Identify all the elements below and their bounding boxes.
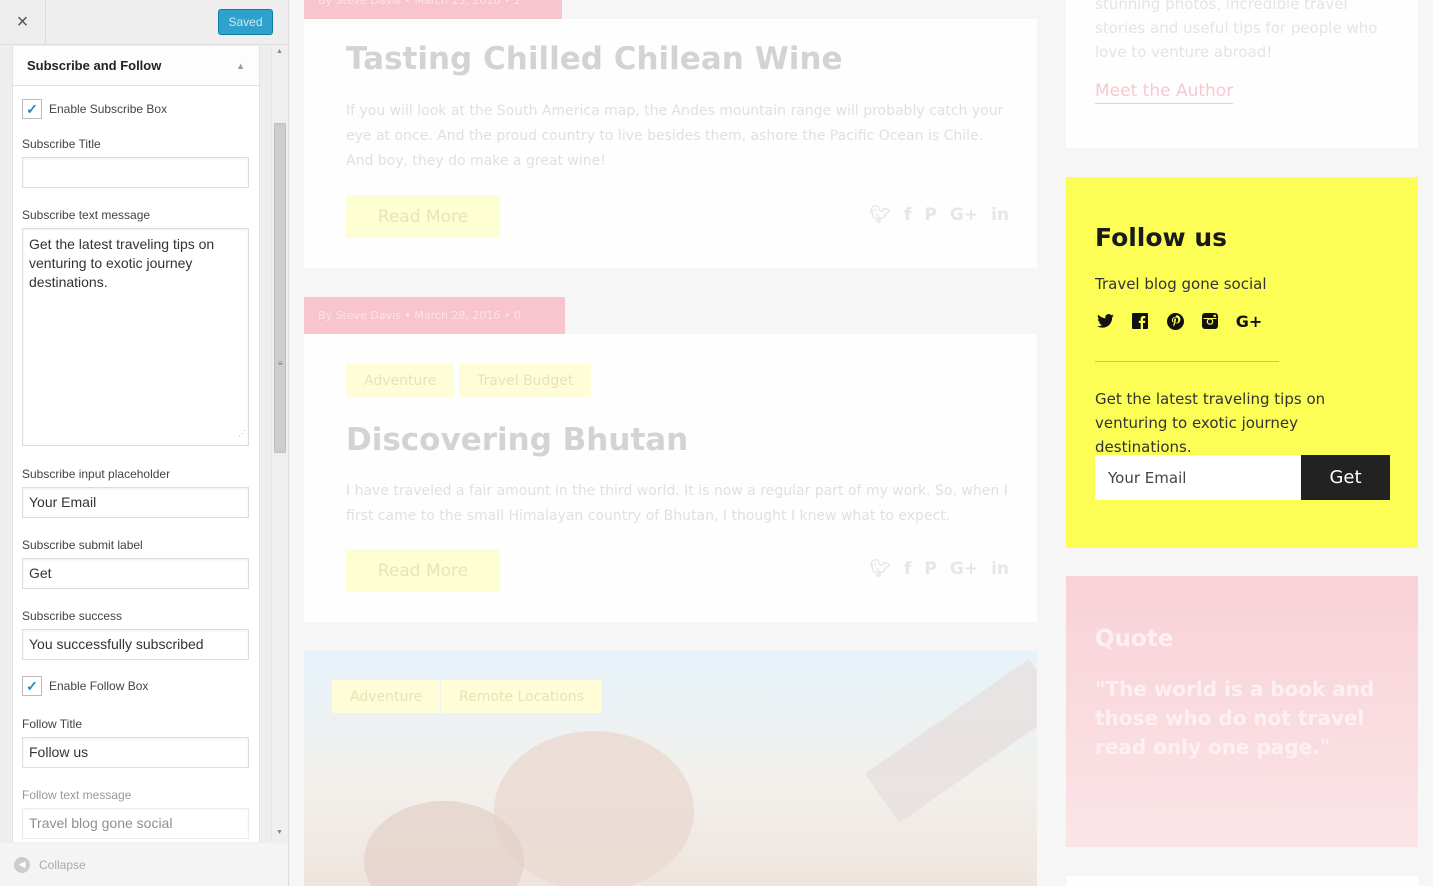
linkedin-icon[interactable]: in [991,559,1009,579]
read-more-button[interactable]: Read More [346,195,500,238]
enable-subscribe-label: Enable Subscribe Box [49,102,168,116]
email-input[interactable]: Your Email [1095,455,1302,500]
subscribe-text-label: Subscribe text message [22,208,151,222]
post-meta: By Steve Davis • March 28, 2016 • 0 [304,297,565,334]
share-icons: 🐦︎ f P G+ in [869,559,1009,579]
post-tag[interactable]: Adventure [346,364,455,397]
enable-subscribe-checkbox[interactable]: ✓ [22,99,42,119]
follow-divider [1095,361,1279,362]
post-excerpt-line: If you will look at the South America ma… [346,103,1004,144]
twitter-icon[interactable] [1095,311,1115,331]
post-excerpt-line: And boy, they do make a great wine! [346,153,606,169]
customizer-panel: × Saved Subscribe and Follow ▲ ✓ Enable … [0,0,289,886]
submit-label-input[interactable]: Get [22,558,249,589]
quote-text: "The world is a book and those who do no… [1095,677,1375,759]
subscribe-text-textarea[interactable]: Get the latest traveling tips on venturi… [22,228,249,446]
post-tag[interactable]: Travel Budget [459,364,592,397]
follow-title-label: Follow Title [22,717,83,731]
panel-scrollbar[interactable]: ▲ ≡ ▼ [271,46,288,842]
follow-title-input[interactable]: Follow us [22,737,249,768]
saved-button[interactable]: Saved [218,9,273,35]
section-header[interactable]: Subscribe and Follow ▲ [13,46,259,86]
post-title[interactable]: Discovering Bhutan [346,422,688,458]
get-button[interactable]: Get [1301,455,1390,500]
pinterest-icon[interactable]: P [924,205,936,225]
share-icons: 🐦︎ f P G+ in [869,205,1009,225]
collapse-label: Collapse [39,857,86,872]
quote-widget: Quote "The world is a book and those who… [1066,576,1418,847]
facebook-icon[interactable] [1130,311,1150,331]
enable-follow-row: ✓ Enable Follow Box [22,674,259,698]
hero-shape [864,659,1037,823]
collapse-icon: ◀ [14,856,30,873]
meet-author-link[interactable]: Meet the Author [1095,81,1234,104]
subscribe-title-input[interactable] [22,157,249,188]
social-icons: G+ [1095,311,1263,331]
next-widget [1066,876,1418,886]
close-button[interactable]: × [0,0,46,45]
post-excerpt: If you will look at the South America ma… [346,99,1026,174]
subscribe-message: Get the latest traveling tips on venturi… [1095,390,1326,456]
read-more-button[interactable]: Read More [346,549,500,592]
section-title: Subscribe and Follow [27,58,162,73]
facebook-icon[interactable]: f [904,559,911,579]
subscribe-text-value: Get the latest traveling tips on venturi… [29,236,215,290]
hero-shape [494,731,694,886]
post-tag[interactable]: Adventure [332,680,441,713]
subscribe-title-label: Subscribe Title [22,137,101,151]
post-tag[interactable]: Remote Locations [441,680,602,713]
resize-grip-icon[interactable]: ⋰ [238,424,246,443]
quote-author: Augustine of Hippo [1095,783,1258,803]
author-widget: stunning photos, incredible travel stori… [1066,0,1418,148]
follow-title: Follow us [1095,223,1228,252]
placeholder-label: Subscribe input placeholder [22,467,171,481]
scroll-grip-icon: ≡ [278,359,283,368]
site-preview: By Steve Davis • March 15, 2016 • 2 Tast… [290,0,1433,886]
success-label: Subscribe success [22,609,123,623]
collapse-button[interactable]: ◀ Collapse [0,843,288,886]
scroll-up-arrow-icon[interactable]: ▲ [276,48,283,55]
post-meta: By Steve Davis • March 15, 2016 • 2 [304,0,562,19]
collapse-arrow-icon[interactable]: ▲ [236,61,245,71]
scroll-down-arrow-icon[interactable]: ▼ [276,829,283,836]
post-card: Adventure Travel Budget Discovering Bhut… [304,334,1037,622]
twitter-icon[interactable]: 🐦︎ [869,205,891,225]
author-text: stunning photos, incredible travel stori… [1095,0,1378,61]
pinterest-icon[interactable] [1165,311,1185,331]
panel-header: × Saved [0,0,288,45]
scroll-thumb[interactable]: ≡ [274,123,286,453]
post-excerpt: I have traveled a fair amount in the thi… [346,483,1008,524]
twitter-icon[interactable]: 🐦︎ [869,559,891,579]
enable-subscribe-row: ✓ Enable Subscribe Box [22,97,259,121]
follow-widget: Follow us Travel blog gone social G+ Get… [1066,177,1418,548]
google-plus-icon[interactable]: G+ [950,205,978,225]
follow-subtitle: Travel blog gone social [1095,275,1267,293]
pinterest-icon[interactable]: P [924,559,936,579]
quote-title: Quote [1095,626,1174,652]
follow-text-label: Follow text message [22,788,132,802]
success-input[interactable]: You successfully subscribed [22,629,249,660]
enable-follow-checkbox[interactable]: ✓ [22,676,42,696]
post-hero-image[interactable]: Adventure Remote Locations [304,651,1037,886]
instagram-icon[interactable] [1200,311,1220,331]
faded-field: Follow text message Travel blog gone soc… [13,788,259,839]
linkedin-icon[interactable]: in [991,205,1009,225]
close-icon: × [16,11,29,33]
google-plus-icon[interactable]: G+ [950,559,978,579]
placeholder-input[interactable]: Your Email [22,487,249,518]
enable-follow-label: Enable Follow Box [49,679,149,693]
google-plus-icon[interactable]: G+ [1235,311,1263,331]
follow-text-input[interactable]: Travel blog gone social [22,808,249,839]
post-card: Tasting Chilled Chilean Wine If you will… [304,19,1037,268]
submit-label-label: Subscribe submit label [22,538,143,552]
panel-controls: Subscribe and Follow ▲ ✓ Enable Subscrib… [12,46,260,842]
facebook-icon[interactable]: f [904,205,911,225]
post-title[interactable]: Tasting Chilled Chilean Wine [346,41,843,77]
